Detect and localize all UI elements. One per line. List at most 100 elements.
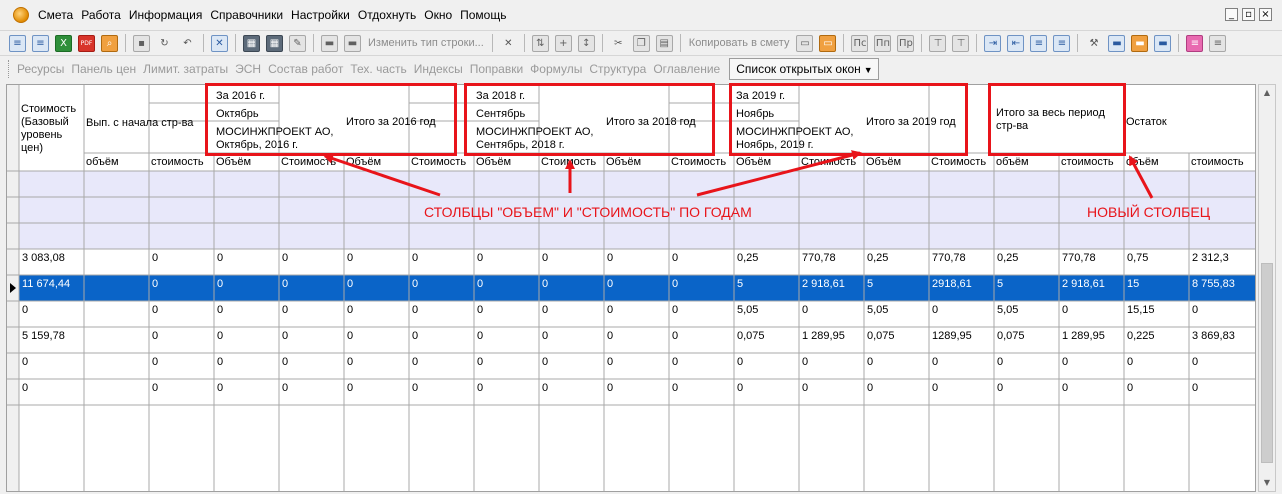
restore-button[interactable]: ▫ xyxy=(1242,8,1255,21)
table-cell[interactable]: 0 xyxy=(22,304,83,316)
close-button[interactable]: × xyxy=(1259,8,1272,21)
table-cell[interactable]: 0 xyxy=(672,330,733,342)
table-cell[interactable]: 5 xyxy=(997,278,1058,290)
table-cell[interactable]: 0 xyxy=(542,252,603,264)
subheader-cell[interactable]: объём xyxy=(996,156,1058,168)
book-icon[interactable]: ≡ xyxy=(1209,34,1227,52)
table-cell[interactable]: 0 xyxy=(1192,356,1255,368)
table-cell[interactable]: 2 918,61 xyxy=(802,278,863,290)
scrollbar-thumb[interactable] xyxy=(1261,263,1273,463)
table-cell[interactable]: 0 xyxy=(542,278,603,290)
table-cell[interactable]: 0 xyxy=(477,278,538,290)
table-cell[interactable]: 0 xyxy=(282,356,343,368)
table-cell[interactable]: 0 xyxy=(997,382,1058,394)
vertical-scrollbar[interactable]: ▲ ▼ xyxy=(1258,84,1276,492)
subheader-cell[interactable]: стоимость xyxy=(151,156,213,168)
resources-add-icon[interactable]: ▦ xyxy=(266,34,283,52)
table-cell[interactable]: 0 xyxy=(802,356,863,368)
table-cell[interactable]: 0 xyxy=(672,252,733,264)
refresh-icon[interactable]: ↻ xyxy=(156,35,173,52)
table-cell[interactable]: 0 xyxy=(412,330,473,342)
insert-row-icon[interactable]: ≡ xyxy=(9,34,26,52)
table-cell[interactable]: 0 xyxy=(1062,304,1123,316)
table-cell[interactable]: 0 xyxy=(347,382,408,394)
table-cell[interactable]: 0 xyxy=(22,356,83,368)
subheader-cell[interactable]: стоимость xyxy=(1191,156,1255,168)
header-done-since-start[interactable]: Вып. с начала стр-ва xyxy=(86,117,216,130)
table-cell[interactable]: 0 xyxy=(477,252,538,264)
table-cell[interactable]: 0 xyxy=(672,304,733,316)
table-cell[interactable]: 0 xyxy=(1192,304,1255,316)
tab-esn[interactable]: ЭСН xyxy=(235,62,261,76)
header-remainder[interactable]: Остаток xyxy=(1126,116,1167,129)
pc-icon[interactable]: Пс xyxy=(851,34,869,52)
table-cell[interactable]: 0 xyxy=(152,304,213,316)
tab-indices[interactable]: Индексы xyxy=(414,62,463,76)
table-cell[interactable]: 0 xyxy=(282,304,343,316)
subheader-cell[interactable]: Стоимость xyxy=(671,156,733,168)
indent-icon[interactable]: ⇥ xyxy=(984,34,1002,52)
tab-structure[interactable]: Структура xyxy=(589,62,646,76)
menu-nastroiki[interactable]: Настройки xyxy=(287,0,354,30)
table-cell[interactable]: 0 xyxy=(412,278,473,290)
menu-pomoshch[interactable]: Помощь xyxy=(456,0,510,30)
folder-icon[interactable]: ▭ xyxy=(819,34,837,52)
header-cost-base[interactable]: Стоимость (Базовый уровень цен) xyxy=(21,103,77,155)
table-cell[interactable]: 0 xyxy=(1062,356,1123,368)
table-cell[interactable]: 0 xyxy=(477,304,538,316)
subheader-cell[interactable]: Стоимость xyxy=(281,156,343,168)
table-cell[interactable]: 0,25 xyxy=(867,252,928,264)
tab-contents[interactable]: Оглавление xyxy=(653,62,720,76)
tab-corrections[interactable]: Поправки xyxy=(470,62,523,76)
subheader-cell[interactable]: Стоимость xyxy=(931,156,993,168)
table-cell[interactable]: 0 xyxy=(152,330,213,342)
table-cell[interactable]: 0,225 xyxy=(1127,330,1188,342)
table-cell[interactable]: 5,05 xyxy=(867,304,928,316)
table-cell[interactable]: 0 xyxy=(347,356,408,368)
table-cell[interactable]: 0 xyxy=(802,382,863,394)
table-cell[interactable]: 0 xyxy=(282,330,343,342)
table-cell[interactable]: 770,78 xyxy=(802,252,863,264)
subheader-cell[interactable]: Стоимость xyxy=(801,156,863,168)
sort-icon[interactable]: ↕ xyxy=(577,34,595,52)
table-cell[interactable]: 0 xyxy=(217,330,278,342)
change-row-type-button[interactable]: Изменить тип строки... xyxy=(368,37,484,49)
tab-price-panel[interactable]: Панель цен xyxy=(71,62,136,76)
table-cell[interactable]: 0 xyxy=(1127,356,1188,368)
table-cell[interactable]: 0 xyxy=(737,382,798,394)
table-cell[interactable]: 0 xyxy=(1192,382,1255,394)
table-cell[interactable]: 0 xyxy=(542,330,603,342)
minimize-button[interactable]: _ xyxy=(1225,8,1238,21)
search-icon[interactable]: ⌕ xyxy=(101,34,118,52)
subheader-cell[interactable]: Объём xyxy=(736,156,798,168)
table-cell[interactable]: 0 xyxy=(932,304,993,316)
table-cell[interactable]: 0 xyxy=(217,278,278,290)
menu-okno[interactable]: Окно xyxy=(420,0,456,30)
table-cell[interactable]: 770,78 xyxy=(1062,252,1123,264)
subheader-cell[interactable]: Объём xyxy=(476,156,538,168)
menu-smeta[interactable]: Смета xyxy=(34,0,77,30)
outdent-icon[interactable]: ⇤ xyxy=(1007,34,1025,52)
undo-icon[interactable]: ↶ xyxy=(179,35,196,52)
car-blue-icon[interactable]: ▬ xyxy=(1154,34,1172,52)
table-cell[interactable]: 0 xyxy=(152,278,213,290)
table-cell[interactable]: 2 312,3 xyxy=(1192,252,1255,264)
table-cell[interactable]: 3 869,83 xyxy=(1192,330,1255,342)
table-cell[interactable]: 0,25 xyxy=(997,252,1058,264)
table-cell[interactable]: 770,78 xyxy=(932,252,993,264)
table-cell[interactable]: 0,075 xyxy=(737,330,798,342)
table-cell[interactable]: 0 xyxy=(477,382,538,394)
table-cell[interactable]: 0 xyxy=(672,356,733,368)
insert-subrow-icon[interactable]: ≡ xyxy=(32,34,49,52)
menu-spravochniki[interactable]: Справочники xyxy=(206,0,287,30)
table-cell[interactable]: 0 xyxy=(22,382,83,394)
table-cell[interactable]: 0 xyxy=(282,252,343,264)
table-cell[interactable]: 0 xyxy=(217,356,278,368)
truck-icon[interactable]: ▬ xyxy=(344,34,361,52)
clipboard-icon[interactable]: ▭ xyxy=(796,34,814,52)
table-cell[interactable]: 0 xyxy=(802,304,863,316)
table-cell[interactable]: 0 xyxy=(1127,382,1188,394)
table-cell[interactable]: 15,15 xyxy=(1127,304,1188,316)
filter-icon[interactable]: ⊤ xyxy=(929,34,947,52)
table-cell[interactable]: 0 xyxy=(347,278,408,290)
